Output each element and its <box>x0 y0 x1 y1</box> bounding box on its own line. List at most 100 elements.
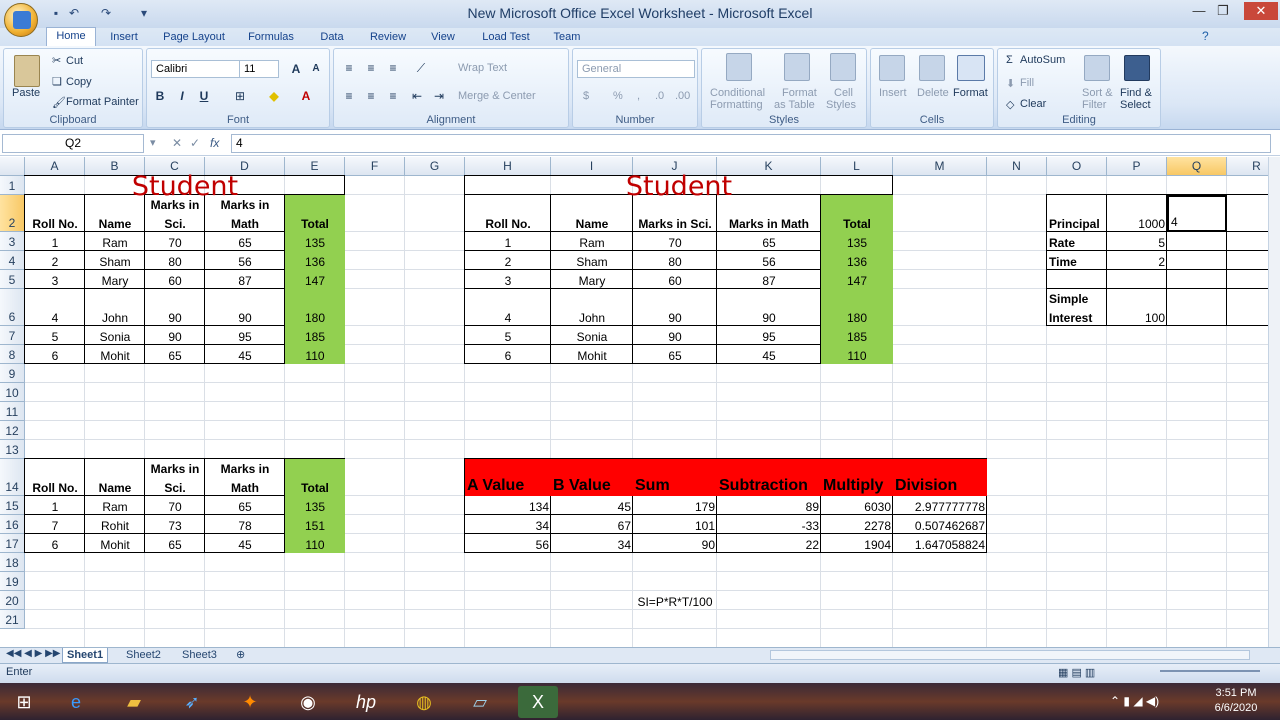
column-header-q[interactable]: Q <box>1167 157 1227 176</box>
row-header-5[interactable]: 5 <box>0 270 25 289</box>
table1-header[interactable]: Name <box>85 195 145 232</box>
table4-cell[interactable]: 45 <box>551 496 633 515</box>
table4-cell[interactable]: 56 <box>465 534 551 553</box>
row-header-12[interactable]: 12 <box>0 421 25 440</box>
vertical-scrollbar[interactable] <box>1268 157 1280 647</box>
table4-cell[interactable]: 2278 <box>821 515 893 534</box>
autosum-button[interactable]: AutoSum <box>1020 54 1065 66</box>
table1-cell[interactable]: 135 <box>285 232 345 251</box>
table2-title[interactable]: Student <box>465 173 893 200</box>
rate-value[interactable]: 5 <box>1107 232 1167 251</box>
insert-function-icon[interactable]: fx <box>210 136 219 150</box>
table1-header[interactable]: Marks in <box>205 195 285 213</box>
tab-view[interactable]: View <box>424 30 462 46</box>
table1-cell[interactable]: Ram <box>85 232 145 251</box>
table2-cell[interactable]: 6 <box>465 345 551 364</box>
align-left-icon[interactable]: ≡ <box>340 87 358 105</box>
tray-icons[interactable]: ⌃ ▮ ◢ ◀) <box>1110 694 1159 708</box>
table3-header[interactable]: Marks in <box>145 459 205 477</box>
table4-cell[interactable]: 34 <box>465 515 551 534</box>
row-header-20[interactable]: 20 <box>0 591 25 610</box>
table2-cell[interactable]: 90 <box>633 326 717 345</box>
name-box[interactable]: Q2 <box>2 134 144 153</box>
table2-cell[interactable]: 65 <box>633 345 717 364</box>
font-name-select[interactable]: Calibri <box>151 60 243 78</box>
table1-cell[interactable]: 80 <box>145 251 205 270</box>
column-header-f[interactable]: F <box>345 157 405 176</box>
borders-icon[interactable]: ⊞ <box>231 87 249 105</box>
font-size-select[interactable]: 11 <box>239 60 279 78</box>
cut-button[interactable]: Cut <box>66 55 83 67</box>
table3-cell[interactable]: 1 <box>25 496 85 515</box>
table4-header[interactable]: Sum <box>633 459 717 496</box>
paste-icon[interactable] <box>14 55 40 87</box>
table3-cell[interactable]: 6 <box>25 534 85 553</box>
table2-cell[interactable]: 60 <box>633 270 717 289</box>
table1-cell[interactable]: 65 <box>205 232 285 251</box>
table4-cell[interactable]: 90 <box>633 534 717 553</box>
close-icon[interactable]: ✕ <box>1244 2 1278 20</box>
column-header-g[interactable]: G <box>405 157 465 176</box>
table3-cell[interactable]: 7 <box>25 515 85 534</box>
row-header-15[interactable]: 15 <box>0 496 25 515</box>
table3-cell[interactable]: Mohit <box>85 534 145 553</box>
align-middle-icon[interactable]: ≡ <box>362 59 380 77</box>
table1-header[interactable]: Total <box>285 195 345 232</box>
help-icon[interactable]: ? <box>1202 29 1209 43</box>
table1-cell[interactable]: John <box>85 289 145 326</box>
office-button[interactable] <box>4 3 38 37</box>
formula-note[interactable]: SI=P*R*T/100 <box>633 591 717 610</box>
table1-header[interactable]: Roll No. <box>25 195 85 232</box>
app-icon[interactable]: ✦ <box>230 686 270 718</box>
format-cells-button[interactable]: Format <box>953 87 988 99</box>
column-header-p[interactable]: P <box>1107 157 1167 176</box>
row-header-8[interactable]: 8 <box>0 345 25 364</box>
horizontal-scrollbar[interactable] <box>770 650 1250 660</box>
table4-cell[interactable]: 101 <box>633 515 717 534</box>
currency-icon[interactable]: $ <box>583 90 589 102</box>
table1-title[interactable]: Student <box>25 173 345 200</box>
table1-cell[interactable]: 5 <box>25 326 85 345</box>
table4-cell[interactable]: 1904 <box>821 534 893 553</box>
table2-cell[interactable]: Sham <box>551 251 633 270</box>
increase-decimal-icon[interactable]: .0 <box>655 90 664 102</box>
table1-cell[interactable]: 147 <box>285 270 345 289</box>
table3-cell[interactable]: 65 <box>145 534 205 553</box>
table3-cell[interactable]: 78 <box>205 515 285 534</box>
table2-cell[interactable]: 95 <box>717 326 821 345</box>
sheet-nav-icons[interactable]: ◀◀ ◀ ▶ ▶▶ <box>6 648 60 659</box>
paste-button[interactable]: Paste <box>12 87 40 99</box>
table2-cell[interactable]: 87 <box>717 270 821 289</box>
table2-header[interactable]: Marks in Sci. <box>633 195 717 232</box>
conditional-formatting-button[interactable]: Conditional <box>710 87 765 99</box>
underline-button[interactable]: U <box>195 87 213 105</box>
table2-cell[interactable]: 3 <box>465 270 551 289</box>
table4-cell[interactable]: 2.977777778 <box>893 496 987 515</box>
table3-header[interactable]: Total <box>285 459 345 496</box>
zoom-slider[interactable] <box>1160 670 1260 672</box>
format-as-table-button[interactable]: Format <box>782 87 817 99</box>
column-header-m[interactable]: M <box>893 157 987 176</box>
simple-interest-label[interactable]: Interest <box>1047 307 1107 326</box>
worksheet-grid[interactable]: ABCDEFGHIJKLMNOPQR 1 2 3 4 5 6 7 8 9 10 11 12 13 14 15… <box>0 157 1268 647</box>
table3-cell[interactable]: 151 <box>285 515 345 534</box>
table2-cell[interactable]: Sonia <box>551 326 633 345</box>
merge-center-button[interactable]: Merge & Center <box>458 90 536 102</box>
row-header-16[interactable]: 16 <box>0 515 25 534</box>
column-header-o[interactable]: O <box>1047 157 1107 176</box>
fill-color-icon[interactable]: ◆ <box>265 87 283 105</box>
table1-cell[interactable]: 136 <box>285 251 345 270</box>
row-header-9[interactable]: 9 <box>0 364 25 383</box>
table4-header[interactable]: Subtraction <box>717 459 821 496</box>
table2-cell[interactable]: 4 <box>465 289 551 326</box>
table4-header[interactable]: Division <box>893 459 987 496</box>
simple-interest-label[interactable]: Simple <box>1047 289 1107 307</box>
tab-insert[interactable]: Insert <box>102 30 146 46</box>
table3-cell[interactable]: Ram <box>85 496 145 515</box>
table1-cell[interactable]: 2 <box>25 251 85 270</box>
table3-header[interactable]: Roll No. <box>25 459 85 496</box>
sheet-tab-sheet2[interactable]: Sheet2 <box>126 648 161 663</box>
table4-cell[interactable]: 0.507462687 <box>893 515 987 534</box>
rocket-icon[interactable]: ➶ <box>172 686 212 718</box>
table2-cell[interactable]: 90 <box>717 289 821 326</box>
